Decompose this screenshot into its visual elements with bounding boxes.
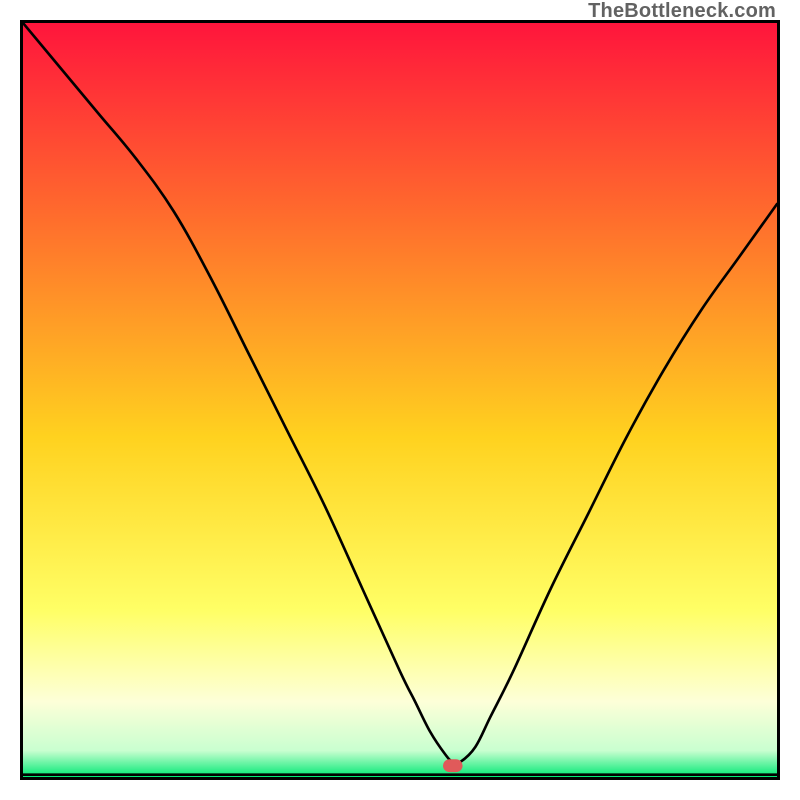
- minimum-marker: [443, 759, 463, 772]
- curve-layer: [23, 23, 777, 777]
- bottleneck-curve: [23, 23, 777, 763]
- chart-container: { "watermark": "TheBottleneck.com", "col…: [0, 0, 800, 800]
- plot-area: [20, 20, 780, 780]
